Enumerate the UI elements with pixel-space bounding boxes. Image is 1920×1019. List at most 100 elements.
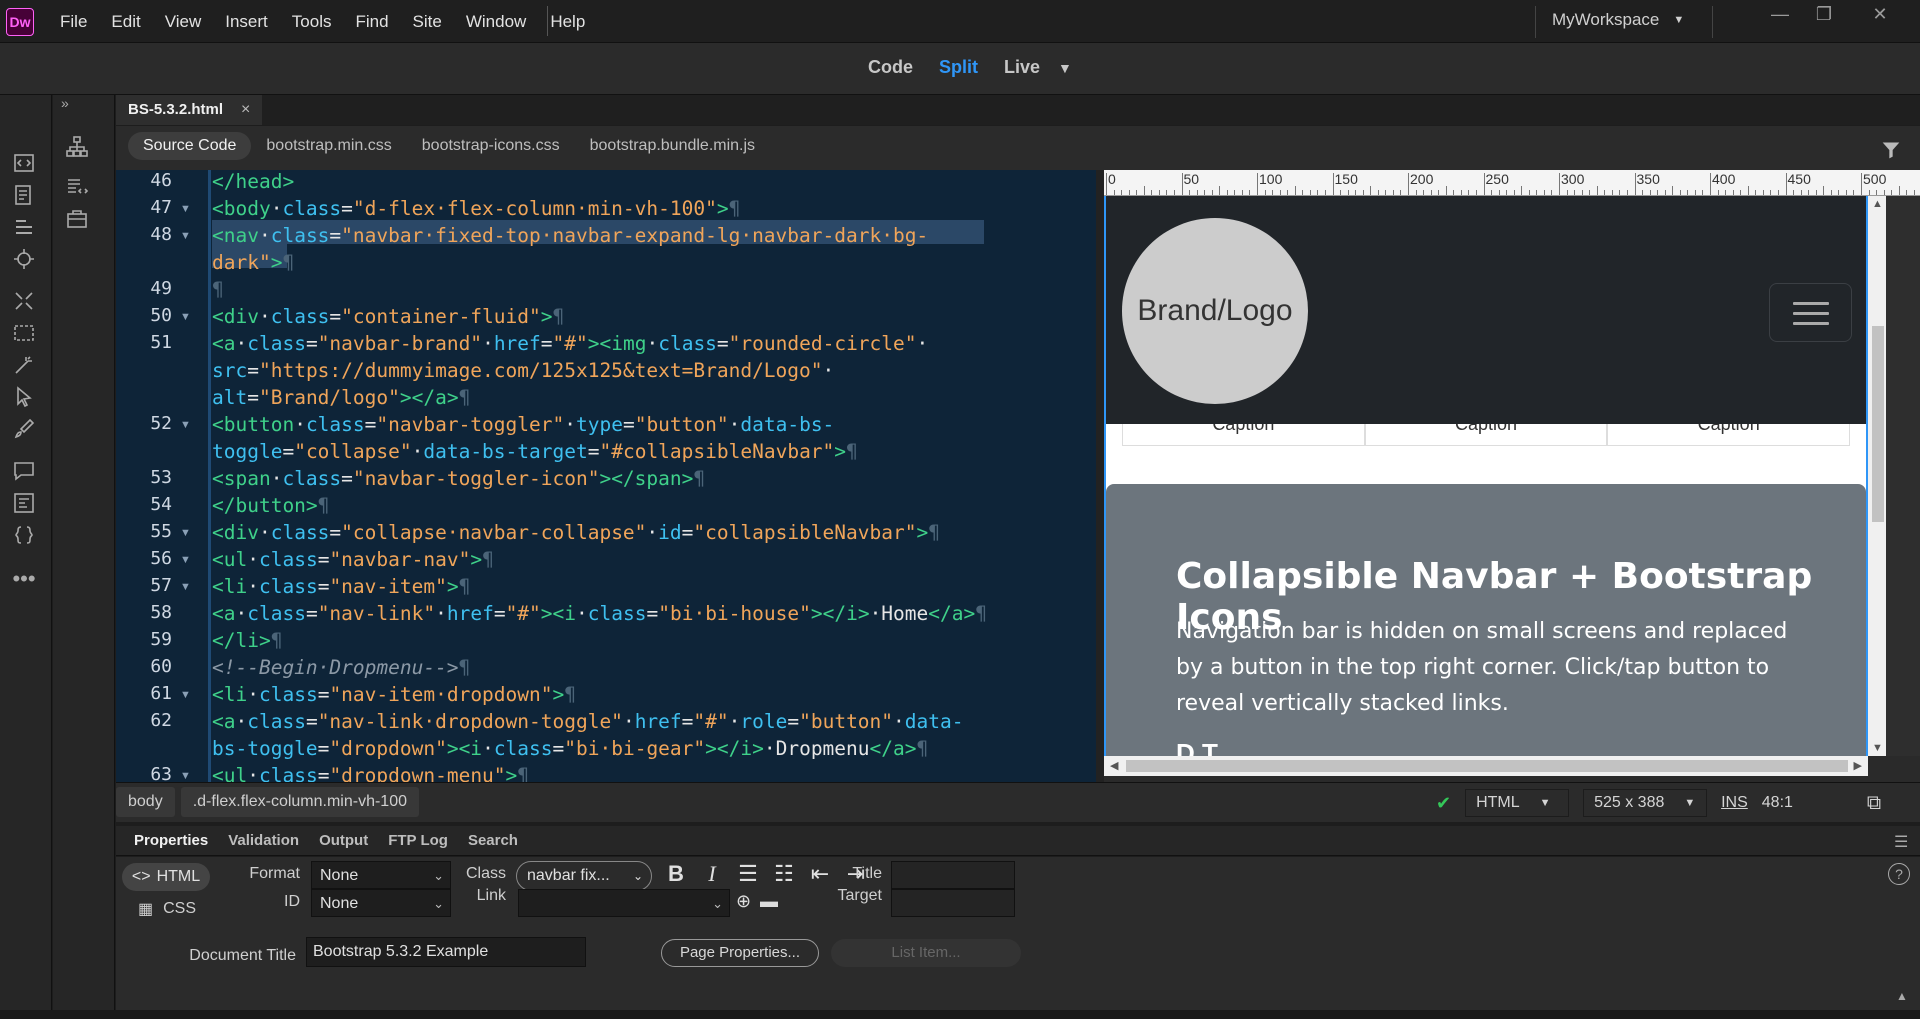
ruler-label: 250 — [1485, 171, 1509, 187]
code-view-icon[interactable] — [10, 149, 38, 177]
line-number: 58 — [150, 602, 172, 623]
language-select[interactable]: HTML ▼ — [1465, 789, 1570, 817]
snippet-icon[interactable] — [10, 489, 38, 517]
code-hints-icon[interactable] — [63, 173, 91, 201]
tab-validation[interactable]: Validation — [218, 826, 309, 856]
page-properties-button[interactable]: Page Properties... — [661, 939, 819, 967]
insert-mode[interactable]: INS — [1721, 794, 1748, 812]
close-window-button[interactable]: ✕ — [1862, 4, 1898, 28]
fold-arrow-icon[interactable]: ▼ — [180, 554, 191, 566]
help-icon[interactable]: ? — [1888, 863, 1910, 885]
id-value: None — [320, 895, 359, 912]
list-indent-icon[interactable] — [10, 213, 38, 241]
folder-icon[interactable]: ▬ — [760, 891, 778, 912]
unordered-list-icon[interactable]: ☰ — [736, 861, 760, 887]
assets-icon[interactable] — [63, 205, 91, 233]
line-number: 56 — [150, 548, 172, 569]
line-number: 50 — [150, 305, 172, 326]
file-list-icon[interactable] — [10, 181, 38, 209]
fold-arrow-icon[interactable]: ▼ — [180, 230, 191, 242]
code-view-button[interactable]: Code — [868, 57, 913, 78]
class-select[interactable]: navbar fix... ⌄ — [516, 861, 652, 891]
brush-icon[interactable] — [10, 415, 38, 443]
target-select[interactable] — [891, 889, 1015, 917]
menu-tools[interactable]: Tools — [280, 0, 344, 43]
format-select[interactable]: None ⌄ — [311, 861, 451, 889]
tag-div[interactable]: .d-flex.flex-column.min-vh-100 — [180, 787, 419, 817]
preview-device-icon[interactable]: ⧉ — [1867, 792, 1881, 815]
fold-arrow-icon[interactable]: ▼ — [180, 689, 191, 701]
filter-icon[interactable] — [1881, 140, 1901, 165]
fold-arrow-icon[interactable]: ▼ — [180, 527, 191, 539]
wand-icon[interactable] — [10, 351, 38, 379]
pointer-icon[interactable] — [10, 383, 38, 411]
braces-icon[interactable] — [10, 521, 38, 549]
navbar-toggler-button[interactable] — [1769, 283, 1852, 342]
document-title-input[interactable]: Bootstrap 5.3.2 Example — [306, 937, 586, 967]
menu-file[interactable]: File — [48, 0, 99, 43]
html-mode-button[interactable]: <> HTML — [122, 863, 210, 891]
fold-arrow-icon[interactable]: ▼ — [180, 203, 191, 215]
menu-find[interactable]: Find — [343, 0, 400, 43]
title-input[interactable] — [891, 861, 1015, 889]
tag-body[interactable]: body — [116, 787, 175, 817]
title-label: Title — [852, 865, 882, 882]
restore-button[interactable]: ❐ — [1806, 4, 1842, 28]
scroll-down-icon[interactable]: ▼ — [1872, 742, 1883, 754]
scroll-right-icon[interactable]: ▶ — [1854, 759, 1862, 772]
brand-logo[interactable]: Brand/Logo — [1122, 218, 1308, 404]
code-line: toggle="collapse"·data-bs-target="#colla… — [212, 440, 858, 463]
link-input[interactable]: ⌄ — [518, 889, 730, 917]
menu-site[interactable]: Site — [401, 0, 454, 43]
code-editor[interactable]: 46 47 48 49 50 51 52 53 54 55 56 57 58 5… — [116, 170, 1096, 782]
ruler-tick — [1302, 190, 1304, 195]
comment-icon[interactable] — [10, 457, 38, 485]
tab-output[interactable]: Output — [309, 826, 378, 856]
related-file-source-code[interactable]: Source Code — [128, 132, 252, 160]
css-mode-button[interactable]: ▦ CSS — [138, 899, 196, 919]
bold-button[interactable]: B — [664, 861, 688, 887]
ruler-tick — [1823, 186, 1825, 195]
id-select[interactable]: None ⌄ — [311, 889, 451, 917]
select-region-icon[interactable] — [10, 319, 38, 347]
live-view-button[interactable]: Live — [1004, 57, 1040, 78]
tab-ftp-log[interactable]: FTP Log — [378, 826, 458, 856]
fold-arrow-icon[interactable]: ▼ — [180, 419, 191, 431]
site-structure-icon[interactable] — [63, 133, 91, 161]
tab-properties[interactable]: Properties — [124, 826, 218, 856]
menu-window[interactable]: Window — [454, 0, 538, 43]
menu-insert[interactable]: Insert — [213, 0, 280, 43]
document-tab[interactable]: BS-5.3.2.html × — [116, 95, 263, 125]
caret-down-icon[interactable]: ▼ — [1058, 60, 1072, 76]
close-tab-icon[interactable]: × — [241, 95, 250, 125]
collapse-panel-icon[interactable]: ▲ — [1896, 989, 1908, 1003]
minimize-button[interactable]: — — [1762, 4, 1798, 28]
more-icon[interactable]: ••• — [10, 565, 38, 593]
window-size-select[interactable]: 525 x 388 ▼ — [1583, 789, 1708, 817]
menu-view[interactable]: View — [153, 0, 214, 43]
related-file-bootstrap-js[interactable]: bootstrap.bundle.min.js — [575, 132, 770, 160]
menu-edit[interactable]: Edit — [99, 0, 152, 43]
live-page[interactable]: Brand/Logo Caption Caption Caption Colla… — [1104, 196, 1868, 756]
fold-arrow-icon[interactable]: ▼ — [180, 311, 191, 323]
point-to-file-icon[interactable]: ⊕ — [736, 891, 751, 912]
window-controls-divider — [1712, 6, 1713, 38]
expand-panels-icon[interactable]: » — [61, 95, 69, 111]
split-view-button[interactable]: Split — [939, 57, 978, 78]
scroll-left-icon[interactable]: ◀ — [1110, 759, 1118, 772]
scroll-up-icon[interactable]: ▲ — [1872, 198, 1883, 210]
workspace-selector[interactable]: MyWorkspace ▼ — [1552, 10, 1684, 30]
panel-menu-icon[interactable]: ☰ — [1894, 832, 1908, 852]
fold-arrow-icon[interactable]: ▼ — [180, 770, 191, 782]
live-vertical-thumb[interactable] — [1872, 326, 1884, 522]
tab-search[interactable]: Search — [458, 826, 528, 856]
split-divider[interactable] — [1096, 170, 1104, 782]
ordered-list-icon[interactable]: ☷ — [772, 861, 796, 887]
expand-icon[interactable] — [10, 287, 38, 315]
fold-arrow-icon[interactable]: ▼ — [180, 581, 191, 593]
related-file-bootstrap-css[interactable]: bootstrap.min.css — [251, 132, 406, 160]
italic-button[interactable]: I — [700, 861, 724, 887]
related-file-bootstrap-icons-css[interactable]: bootstrap-icons.css — [407, 132, 575, 160]
crosshair-icon[interactable] — [10, 245, 38, 273]
live-horizontal-thumb[interactable] — [1126, 760, 1848, 772]
